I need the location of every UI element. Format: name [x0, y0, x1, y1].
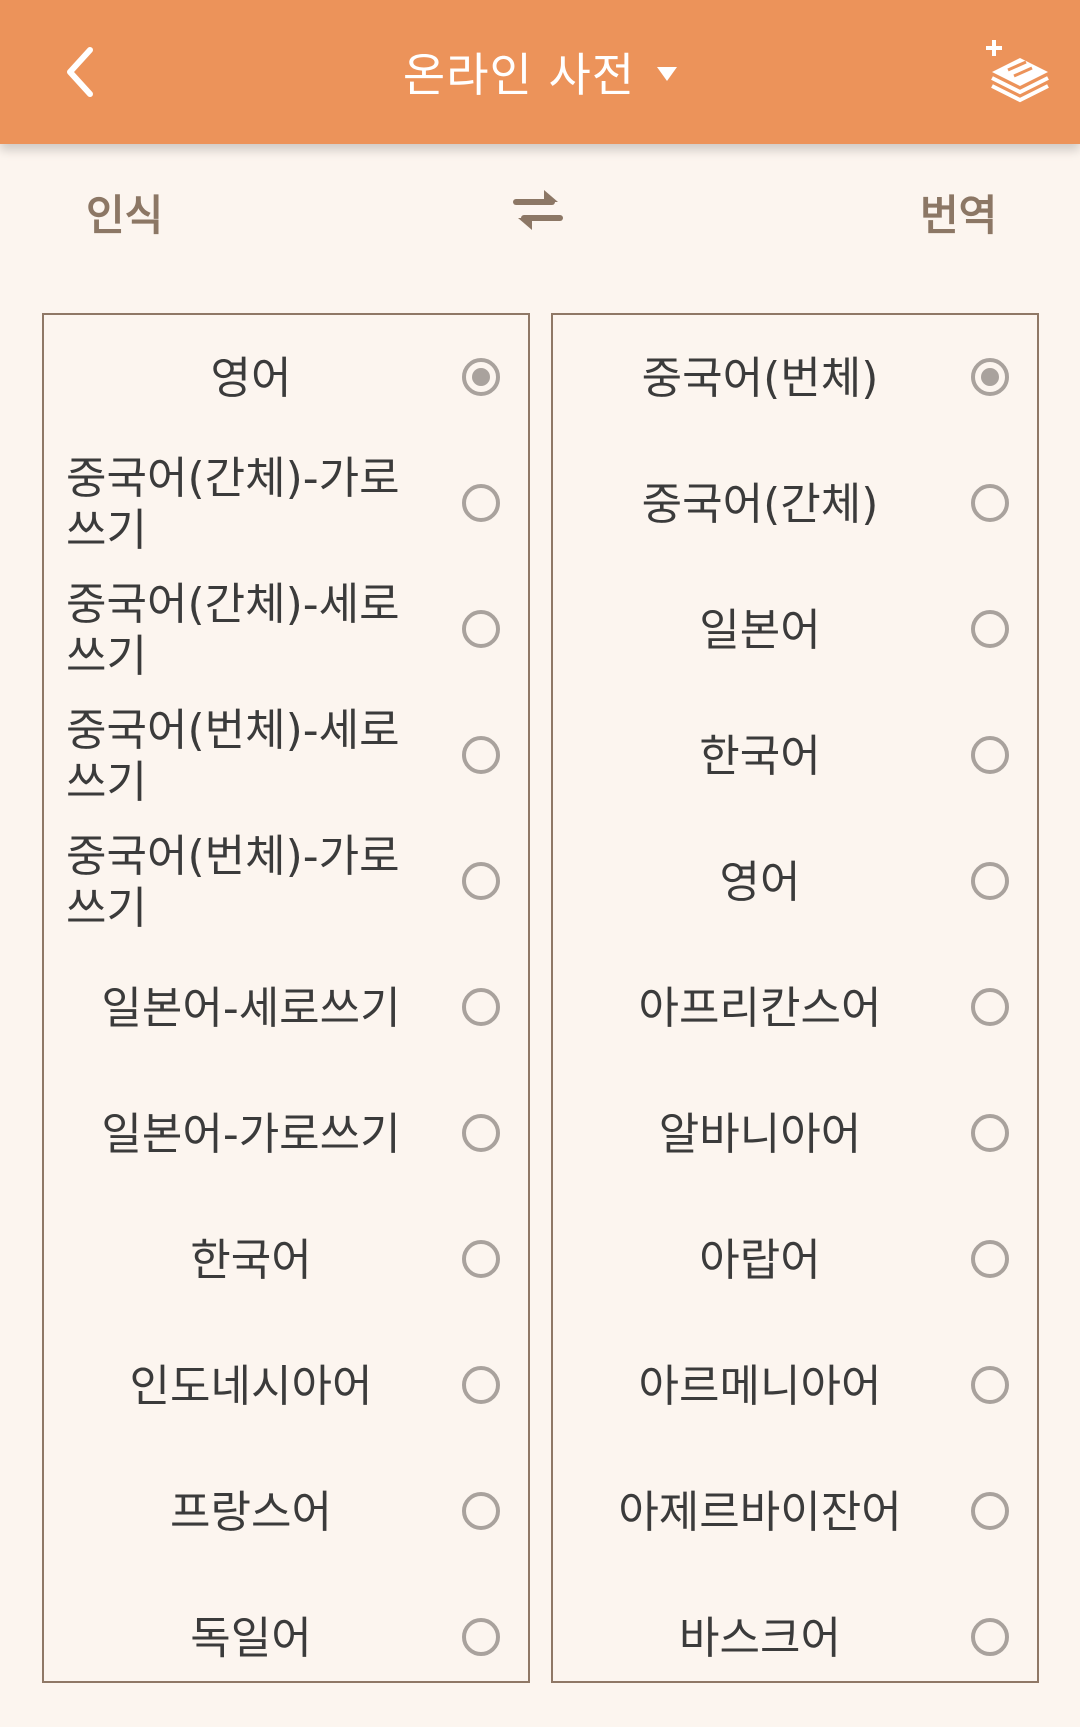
add-book-button[interactable]	[982, 36, 1054, 108]
source-language-option-label: 중국어(번체)-세로쓰기	[66, 705, 400, 808]
target-language-option[interactable]: 아랍어	[553, 1198, 1037, 1324]
source-language-option[interactable]: 영어	[44, 316, 528, 442]
radio-button[interactable]	[971, 1240, 1009, 1278]
radio-button[interactable]	[971, 736, 1009, 774]
radio-button[interactable]	[462, 1114, 500, 1152]
radio-button[interactable]	[462, 988, 500, 1026]
radio-button[interactable]	[462, 610, 500, 648]
radio-button[interactable]	[971, 862, 1009, 900]
radio-button[interactable]	[462, 1492, 500, 1530]
source-language-option-label: 중국어(번체)-가로쓰기	[66, 831, 400, 934]
radio-button[interactable]	[462, 1240, 500, 1278]
source-language-option-label: 일본어-세로쓰기	[101, 983, 401, 1034]
source-language-option-label: 영어	[210, 353, 292, 404]
target-language-option-label: 알바니아어	[658, 1109, 862, 1160]
radio-button[interactable]	[971, 988, 1009, 1026]
tab-recognize[interactable]: 인식	[86, 182, 163, 243]
radio-button[interactable]	[971, 610, 1009, 648]
radio-button[interactable]	[971, 358, 1009, 396]
radio-button[interactable]	[462, 1618, 500, 1656]
add-book-icon	[986, 40, 1049, 103]
target-language-option[interactable]: 아프리칸스어	[553, 946, 1037, 1072]
target-language-option-label: 일본어	[699, 605, 821, 656]
source-language-option[interactable]: 중국어(번체)-세로쓰기	[44, 694, 528, 820]
target-language-option[interactable]: 아제르바이잔어	[553, 1450, 1037, 1576]
source-language-option[interactable]: 한국어	[44, 1198, 528, 1324]
target-language-option-label: 아제르바이잔어	[618, 1487, 902, 1538]
source-language-option[interactable]: 중국어(간체)-세로쓰기	[44, 568, 528, 694]
source-language-option-label: 일본어-가로쓰기	[101, 1109, 401, 1160]
target-language-option-label: 아프리칸스어	[638, 983, 882, 1034]
source-language-option-label: 인도네시아어	[129, 1361, 373, 1412]
source-language-option-label: 한국어	[190, 1235, 312, 1286]
mode-tabs: 인식 번역	[0, 144, 1080, 274]
target-language-option-label: 영어	[719, 857, 801, 908]
swap-languages-button[interactable]	[508, 180, 568, 240]
source-language-option[interactable]: 독일어	[44, 1576, 528, 1702]
source-language-option[interactable]: 일본어-가로쓰기	[44, 1072, 528, 1198]
radio-button[interactable]	[462, 862, 500, 900]
radio-button[interactable]	[462, 736, 500, 774]
target-language-option-label: 아르메니아어	[638, 1361, 882, 1412]
tab-translate[interactable]: 번역	[920, 182, 997, 243]
source-language-option[interactable]: 인도네시아어	[44, 1324, 528, 1450]
source-language-option-label: 독일어	[190, 1613, 312, 1664]
dictionary-title-dropdown[interactable]: 온라인 사전	[0, 0, 1080, 144]
radio-button[interactable]	[462, 358, 500, 396]
target-language-option[interactable]: 중국어(번체)	[553, 316, 1037, 442]
target-language-option-label: 중국어(번체)	[641, 353, 879, 404]
target-language-option-label: 아랍어	[699, 1235, 821, 1286]
radio-button[interactable]	[462, 1366, 500, 1404]
source-language-option-label: 중국어(간체)-가로쓰기	[66, 453, 400, 556]
source-language-option[interactable]: 프랑스어	[44, 1450, 528, 1576]
radio-button[interactable]	[971, 1492, 1009, 1530]
radio-button[interactable]	[462, 484, 500, 522]
swap-arrows-icon	[513, 190, 563, 230]
source-language-option[interactable]: 중국어(간체)-가로쓰기	[44, 442, 528, 568]
target-language-option-label: 바스크어	[679, 1613, 841, 1664]
target-language-option-label: 한국어	[699, 731, 821, 782]
app-bar: 온라인 사전	[0, 0, 1080, 144]
radio-button[interactable]	[971, 1618, 1009, 1656]
source-language-option-label: 프랑스어	[170, 1487, 332, 1538]
target-language-option[interactable]: 일본어	[553, 568, 1037, 694]
page-title: 온라인 사전	[402, 48, 636, 102]
radio-button[interactable]	[971, 1366, 1009, 1404]
target-language-option[interactable]: 바스크어	[553, 1576, 1037, 1702]
target-language-option[interactable]: 아르메니아어	[553, 1324, 1037, 1450]
source-language-option[interactable]: 중국어(번체)-가로쓰기	[44, 820, 528, 946]
radio-button[interactable]	[971, 1114, 1009, 1152]
source-language-list: 영어중국어(간체)-가로쓰기중국어(간체)-세로쓰기중국어(번체)-세로쓰기중국…	[42, 313, 530, 1683]
target-language-option[interactable]: 알바니아어	[553, 1072, 1037, 1198]
target-language-list: 중국어(번체) 중국어(간체) 일본어한국어영어아프리칸스어알바니아어아랍어아르메니…	[551, 313, 1039, 1683]
target-language-option[interactable]: 한국어	[553, 694, 1037, 820]
target-language-option-label: 중국어(간체)	[641, 479, 879, 530]
caret-down-icon	[657, 67, 678, 81]
source-language-option[interactable]: 일본어-세로쓰기	[44, 946, 528, 1072]
target-language-option[interactable]: 중국어(간체)	[553, 442, 1037, 568]
source-language-option-label: 중국어(간체)-세로쓰기	[66, 579, 400, 682]
target-language-option[interactable]: 영어	[553, 820, 1037, 946]
radio-button[interactable]	[971, 484, 1009, 522]
